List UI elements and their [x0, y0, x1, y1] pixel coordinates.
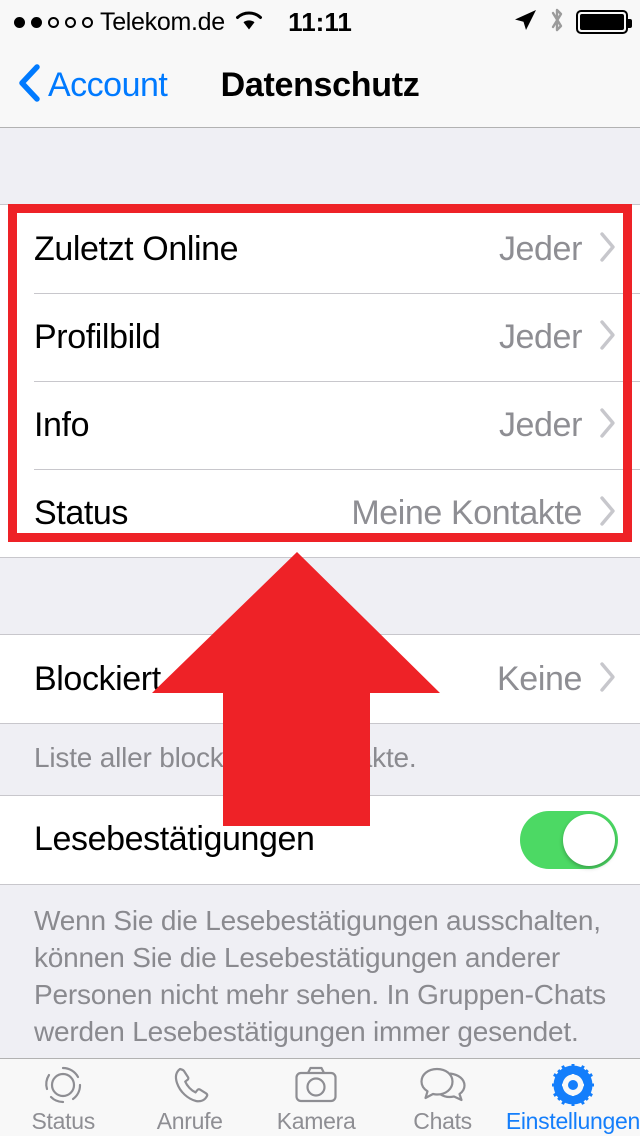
row-lesebestaetigungen[interactable]: Lesebestätigungen [0, 795, 640, 884]
row-value: Jeder [498, 229, 582, 268]
row-zuletzt-online[interactable]: Zuletzt Online Jeder [0, 205, 640, 293]
row-status[interactable]: Status Meine Kontakte [0, 469, 640, 557]
section-gap-blocked [0, 558, 640, 634]
row-label: Info [34, 405, 90, 444]
chats-bubbles-icon [419, 1064, 467, 1106]
row-label: Lesebestätigungen [34, 820, 315, 859]
read-receipts-toggle[interactable] [520, 810, 618, 869]
tab-label: Kamera [276, 1108, 356, 1134]
battery-full-icon [576, 10, 632, 34]
navigation-bar: Account Datenschutz [0, 44, 640, 128]
blocked-section: Blockiert Keine [0, 634, 640, 724]
row-label: Profilbild [34, 317, 161, 356]
row-info[interactable]: Info Jeder [0, 381, 640, 469]
back-button[interactable]: Account [0, 61, 168, 110]
row-value: Jeder [498, 317, 582, 356]
status-bar-right [512, 6, 632, 39]
blocked-footer-text: Liste aller blockierten Kontakte. [34, 742, 417, 773]
chevron-right-icon [598, 230, 618, 269]
row-profilbild[interactable]: Profilbild Jeder [0, 293, 640, 381]
chevron-left-icon [16, 61, 42, 110]
bluetooth-icon [548, 6, 566, 39]
status-bar: Telekom.de 11:11 [0, 0, 640, 44]
status-ring-icon [42, 1064, 84, 1106]
tab-label: Status [31, 1108, 96, 1134]
chevron-right-icon [598, 318, 618, 357]
tab-bar: Status Anrufe Kamera Chats Einstellungen [0, 1058, 640, 1136]
tab-anrufe[interactable]: Anrufe [126, 1059, 252, 1136]
chevron-right-icon [598, 660, 618, 699]
tab-label: Anrufe [156, 1108, 223, 1134]
section-gap-top [0, 128, 640, 204]
chevron-right-icon [598, 494, 618, 533]
row-label: Status [34, 493, 128, 532]
toggle-knob [563, 813, 615, 866]
tab-kamera[interactable]: Kamera [253, 1059, 379, 1136]
phone-icon [169, 1064, 211, 1106]
row-blockiert[interactable]: Blockiert Keine [0, 635, 640, 723]
row-label: Blockiert [34, 659, 161, 698]
tab-label: Chats [413, 1108, 472, 1134]
settings-list: Zuletzt Online Jeder Profilbild Jeder In… [0, 128, 640, 1058]
tab-chats[interactable]: Chats [379, 1059, 505, 1136]
camera-icon [294, 1064, 338, 1106]
tab-einstellungen[interactable]: Einstellungen [506, 1059, 640, 1136]
tab-status[interactable]: Status [0, 1059, 126, 1136]
privacy-section: Zuletzt Online Jeder Profilbild Jeder In… [0, 204, 640, 558]
location-arrow-icon [512, 7, 538, 38]
tab-label: Einstellungen [505, 1108, 640, 1134]
read-receipts-footer-text: Wenn Sie die Lesebestätigungen ausschalt… [34, 904, 606, 1047]
gear-icon [551, 1064, 595, 1106]
row-value: Jeder [498, 405, 582, 444]
row-value: Keine [497, 659, 582, 698]
read-receipts-section: Lesebestätigungen [0, 794, 640, 885]
back-button-label: Account [48, 66, 168, 104]
chevron-right-icon [598, 406, 618, 445]
row-value: Meine Kontakte [351, 493, 582, 532]
app-screen: Telekom.de 11:11 Account Datenschutz Zul… [0, 0, 640, 1136]
row-label: Zuletzt Online [34, 229, 239, 268]
